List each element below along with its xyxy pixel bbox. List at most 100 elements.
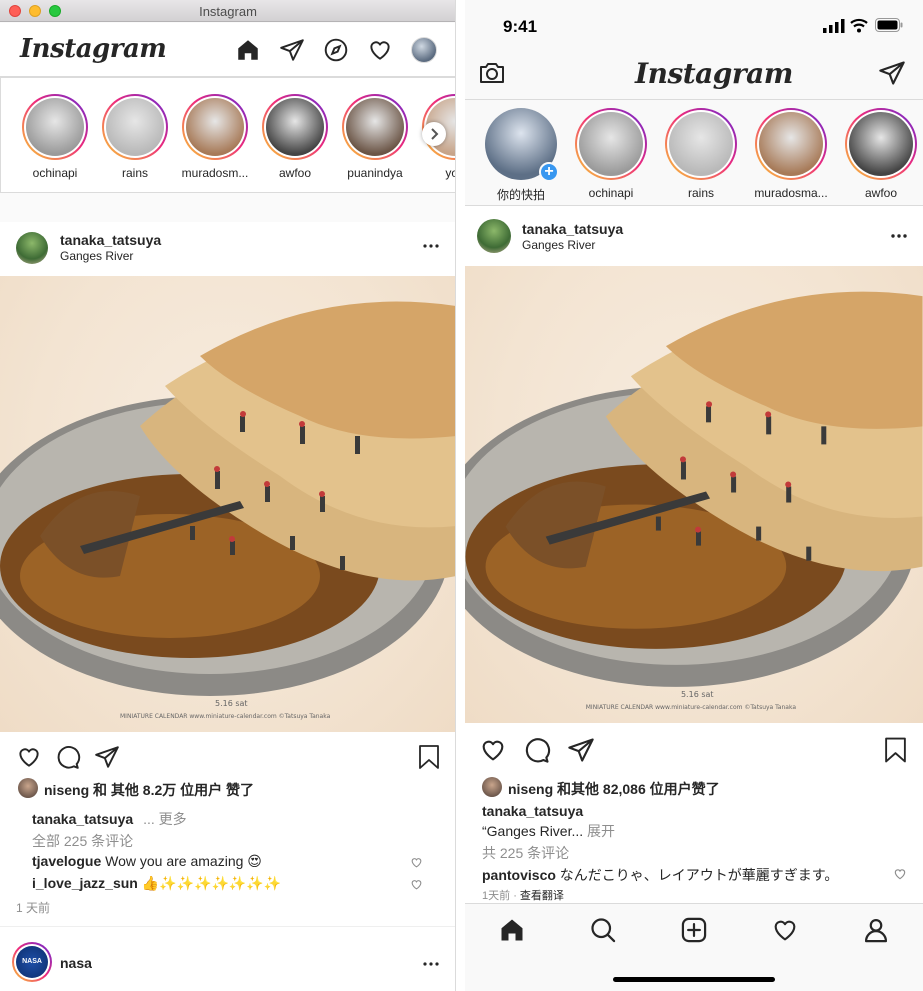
post-author-avatar[interactable]	[477, 219, 511, 253]
share-icon[interactable]	[94, 744, 120, 770]
caption-more-link[interactable]: 展开	[587, 823, 615, 839]
comment-like-icon[interactable]	[893, 867, 907, 881]
story-item[interactable]: puanindya	[331, 94, 419, 180]
story-ring[interactable]	[665, 108, 737, 180]
story-item[interactable]: ochinapi	[11, 94, 99, 180]
window-title: Instagram	[199, 4, 257, 19]
more-options-icon[interactable]	[421, 242, 441, 250]
story-username: ochinapi	[588, 186, 634, 200]
story-username: awfoo	[864, 186, 898, 200]
save-icon[interactable]	[883, 736, 908, 764]
window-titlebar: Instagram	[0, 0, 455, 22]
home-icon[interactable]	[235, 37, 261, 63]
comment-icon[interactable]	[523, 736, 551, 764]
post-header: tanaka_tatsuya Ganges River	[0, 222, 455, 276]
caption-text: “Ganges River...	[482, 823, 584, 839]
comment-username[interactable]: i_love_jazz_sun	[32, 875, 138, 891]
post-username[interactable]: tanaka_tatsuya	[60, 232, 161, 248]
next-post-avatar[interactable]: NASA	[12, 942, 52, 982]
profile-avatar[interactable]	[411, 37, 437, 63]
see-translation-link[interactable]: 查看翻译	[520, 890, 564, 902]
likes-count[interactable]: 和其他 82,086 位用户赞了	[557, 781, 720, 797]
post-author-avatar[interactable]	[16, 232, 48, 264]
story-item[interactable]: awfoo	[251, 94, 339, 180]
image-date-label: 5.16 sat	[681, 690, 714, 699]
view-all-comments-link[interactable]: 全部 225 条评论	[32, 831, 133, 851]
story-ring[interactable]	[182, 94, 248, 160]
direct-icon[interactable]	[279, 37, 305, 63]
explore-icon[interactable]	[323, 37, 349, 63]
post-location[interactable]: Ganges River	[60, 249, 133, 263]
post-timestamp[interactable]: 1天前	[482, 890, 510, 902]
image-date-label: 5.16 sat	[215, 699, 248, 708]
story-avatar	[759, 112, 823, 176]
share-icon[interactable]	[567, 736, 595, 764]
status-bar: 9:41	[465, 0, 923, 54]
instagram-logo[interactable]: Instagram	[635, 57, 793, 90]
post-header: tanaka_tatsuya Ganges River	[465, 206, 923, 266]
comment-like-icon[interactable]	[410, 878, 423, 891]
tab-profile-icon[interactable]	[862, 916, 890, 944]
more-options-icon[interactable]	[889, 232, 909, 240]
more-options-icon[interactable]	[421, 960, 441, 968]
story-item[interactable]: awfoo	[834, 108, 923, 200]
add-story-icon[interactable]: +	[539, 162, 559, 182]
like-icon[interactable]	[479, 736, 507, 764]
post-image[interactable]: 5.16 sat MINIATURE CALENDAR www.miniatur…	[465, 266, 923, 723]
liker-avatar[interactable]	[18, 778, 38, 798]
stories-next-button[interactable]	[422, 122, 446, 146]
likes-count[interactable]: 和 其他 8.2万 位用户 赞了	[93, 782, 254, 798]
story-avatar	[106, 98, 164, 156]
view-all-comments-link[interactable]: 共 225 条评论	[482, 843, 569, 863]
food-photo: 5.16 sat MINIATURE CALENDAR www.miniatur…	[465, 291, 923, 711]
caption-username[interactable]: tanaka_tatsuya	[482, 803, 583, 819]
comment-username[interactable]: tjavelogue	[32, 853, 101, 869]
own-story-avatar[interactable]: +	[485, 108, 559, 182]
tab-bar	[465, 903, 923, 991]
story-username: muradosm...	[181, 166, 249, 180]
tab-activity-icon[interactable]	[771, 916, 799, 944]
story-avatar	[186, 98, 244, 156]
caption-username[interactable]: tanaka_tatsuya	[32, 811, 133, 827]
story-item[interactable]: + 你的快拍	[474, 108, 568, 203]
story-item[interactable]: muradosm...	[171, 94, 259, 180]
tab-new-post-icon[interactable]	[680, 916, 708, 944]
liker-username[interactable]: niseng	[508, 781, 553, 797]
comment-like-icon[interactable]	[410, 856, 423, 869]
post-location[interactable]: Ganges River	[522, 238, 595, 252]
status-time: 9:41	[503, 17, 538, 36]
comment-username[interactable]: pantovisco	[482, 867, 556, 883]
save-icon[interactable]	[417, 744, 441, 770]
like-icon[interactable]	[16, 744, 42, 770]
nasa-logo-icon: NASA	[16, 946, 48, 978]
instagram-logo[interactable]: Instagram	[20, 34, 167, 64]
story-ring[interactable]	[575, 108, 647, 180]
tab-home-icon[interactable]	[498, 916, 526, 944]
cellular-signal-icon	[823, 19, 845, 33]
post-timestamp[interactable]: 1 天前	[16, 899, 50, 916]
story-item[interactable]: muradosma...	[744, 108, 838, 200]
story-item[interactable]: rains	[91, 94, 179, 180]
story-item[interactable]: ochinapi	[564, 108, 658, 200]
story-ring[interactable]	[22, 94, 88, 160]
story-ring[interactable]	[755, 108, 827, 180]
post-username[interactable]: tanaka_tatsuya	[522, 221, 623, 237]
story-item[interactable]: rains	[654, 108, 748, 200]
story-ring[interactable]	[262, 94, 328, 160]
comment-icon[interactable]	[55, 744, 81, 770]
story-avatar	[266, 98, 324, 156]
activity-icon[interactable]	[367, 37, 393, 63]
liker-avatar[interactable]	[482, 777, 502, 797]
post-image[interactable]: 5.16 sat MINIATURE CALENDAR www.miniatur…	[0, 276, 455, 732]
tab-search-icon[interactable]	[589, 916, 617, 944]
next-post-username[interactable]: nasa	[60, 955, 92, 971]
liker-username[interactable]: niseng	[44, 782, 89, 798]
story-ring[interactable]	[342, 94, 408, 160]
comment-text: Wow you are amazing 😍	[105, 853, 262, 869]
phone-screen: 9:41 Instagram + 你的快拍 ochinapi rains murados…	[465, 0, 923, 991]
story-ring[interactable]	[102, 94, 168, 160]
caption-more-link[interactable]: ... 更多	[143, 811, 187, 827]
direct-icon[interactable]	[878, 59, 906, 87]
camera-icon[interactable]	[478, 60, 506, 86]
story-ring[interactable]	[845, 108, 917, 180]
